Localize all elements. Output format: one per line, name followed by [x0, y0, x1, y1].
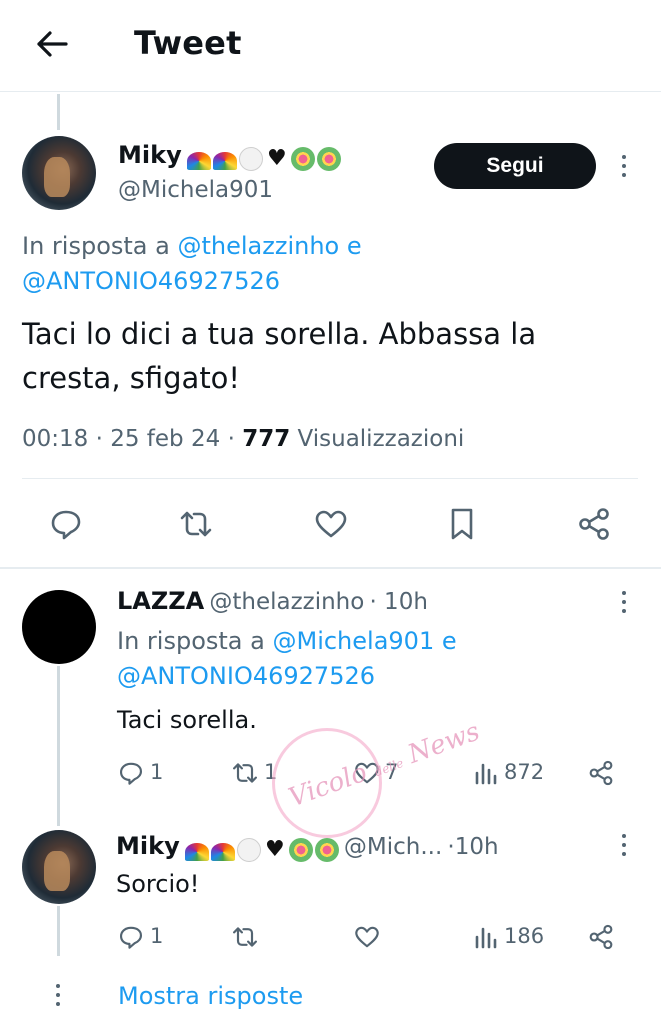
thread-connector	[57, 666, 60, 826]
views-count: 872	[504, 760, 545, 784]
tweet-time[interactable]: 00:18	[22, 426, 88, 452]
user-handle[interactable]: @Michela901	[118, 177, 273, 203]
more-options-icon[interactable]	[620, 155, 628, 177]
display-name[interactable]: Miky	[116, 832, 180, 860]
bouquet-emoji-icon	[288, 837, 313, 862]
tweet-meta: 00:18 · 25 feb 24 · 777 Visualizzazioni	[22, 426, 464, 452]
mention-link[interactable]: @ANTONIO46927526	[22, 267, 280, 295]
reply-to-label: In risposta a	[117, 627, 265, 655]
more-options-icon[interactable]	[620, 591, 628, 613]
like-icon[interactable]	[311, 504, 351, 544]
display-name[interactable]: LAZZA	[117, 587, 204, 615]
reply-icon[interactable]	[116, 758, 146, 788]
user-handle[interactable]: @thelazzinho	[209, 589, 364, 615]
tweet-text-line: cresta, sfigato!	[22, 361, 241, 395]
reply-icon[interactable]	[116, 922, 146, 952]
views-label: Visualizzazioni	[297, 426, 465, 452]
tweet-age[interactable]: · 10h	[369, 589, 427, 615]
avatar[interactable]	[22, 136, 96, 210]
rainbow-emoji-icon	[212, 151, 237, 170]
black-heart-emoji-icon: ♥	[264, 836, 285, 862]
mention-link[interactable]: @Michela901	[272, 627, 434, 655]
avatar[interactable]	[22, 830, 96, 904]
more-options-icon[interactable]	[620, 834, 628, 856]
top-bar: Tweet	[0, 0, 661, 92]
share-icon[interactable]	[586, 922, 616, 952]
white-circle-emoji-icon	[238, 146, 263, 171]
mention-link[interactable]: @thelazzinho	[177, 232, 339, 260]
avatar[interactable]	[22, 590, 96, 664]
reply-and: e	[346, 232, 362, 260]
mention-link[interactable]: @ANTONIO46927526	[117, 662, 375, 690]
reply-text: Taci sorella.	[117, 706, 257, 734]
thread-dots-icon	[54, 984, 62, 1006]
thread-connector	[57, 94, 60, 130]
name-emojis: ♥	[184, 836, 339, 862]
retweet-icon[interactable]	[230, 922, 260, 952]
user-handle[interactable]: @Mich...	[344, 834, 442, 860]
tweet-date[interactable]: 25 feb 24	[110, 426, 220, 452]
reply-text: Sorcio!	[116, 870, 200, 898]
black-heart-emoji-icon: ♥	[266, 145, 287, 171]
retweet-icon[interactable]	[176, 504, 216, 544]
bouquet-emoji-icon	[290, 146, 315, 171]
show-replies-link[interactable]: Mostra risposte	[118, 982, 303, 1010]
reply-header: LAZZA @thelazzinho · 10h	[117, 587, 428, 615]
meta-separator: ·	[95, 426, 103, 452]
views-count: 186	[504, 924, 545, 948]
author-name-row[interactable]: Miky ♥	[118, 141, 341, 171]
display-name: Miky	[118, 141, 182, 169]
page-title: Tweet	[134, 24, 242, 62]
rainbow-emoji-icon	[210, 842, 235, 861]
reply-to-label: In risposta a	[22, 232, 170, 260]
reply-count: 1	[150, 760, 164, 784]
watermark-line: delle	[372, 755, 406, 780]
views-icon[interactable]	[470, 922, 500, 952]
name-emojis: ♥	[186, 145, 341, 171]
meta-separator: ·	[227, 426, 235, 452]
reply-to-context: In risposta a @Michela901 e @ANTONIO4692…	[117, 624, 637, 694]
rainbow-emoji-icon	[186, 151, 211, 170]
bouquet-emoji-icon	[316, 146, 341, 171]
divider	[22, 478, 638, 479]
white-circle-emoji-icon	[236, 837, 261, 862]
reply-header: Miky ♥ @Mich... ·10h	[116, 832, 499, 862]
tweet-text: Taci lo dici a tua sorella. Abbassa la c…	[22, 312, 642, 400]
retweet-icon[interactable]	[230, 758, 260, 788]
thread-connector	[57, 906, 60, 956]
bouquet-emoji-icon	[314, 837, 339, 862]
views-count: 777	[242, 426, 291, 452]
like-icon[interactable]	[352, 922, 382, 952]
section-divider	[0, 567, 661, 569]
share-icon[interactable]	[586, 758, 616, 788]
reply-icon[interactable]	[46, 504, 86, 544]
back-arrow-icon[interactable]	[30, 22, 74, 66]
bookmark-icon[interactable]	[442, 504, 482, 544]
reply-count: 1	[150, 924, 164, 948]
tweet-text-line: Taci lo dici a tua sorella. Abbassa la	[22, 317, 537, 351]
tweet-age[interactable]: ·10h	[447, 834, 498, 860]
reply-and: e	[441, 627, 457, 655]
follow-button[interactable]: Segui	[434, 143, 596, 189]
views-icon[interactable]	[470, 758, 500, 788]
reply-to-context: In risposta a @thelazzinho e @ANTONIO469…	[22, 229, 622, 299]
rainbow-emoji-icon	[184, 842, 209, 861]
share-icon[interactable]	[574, 504, 614, 544]
